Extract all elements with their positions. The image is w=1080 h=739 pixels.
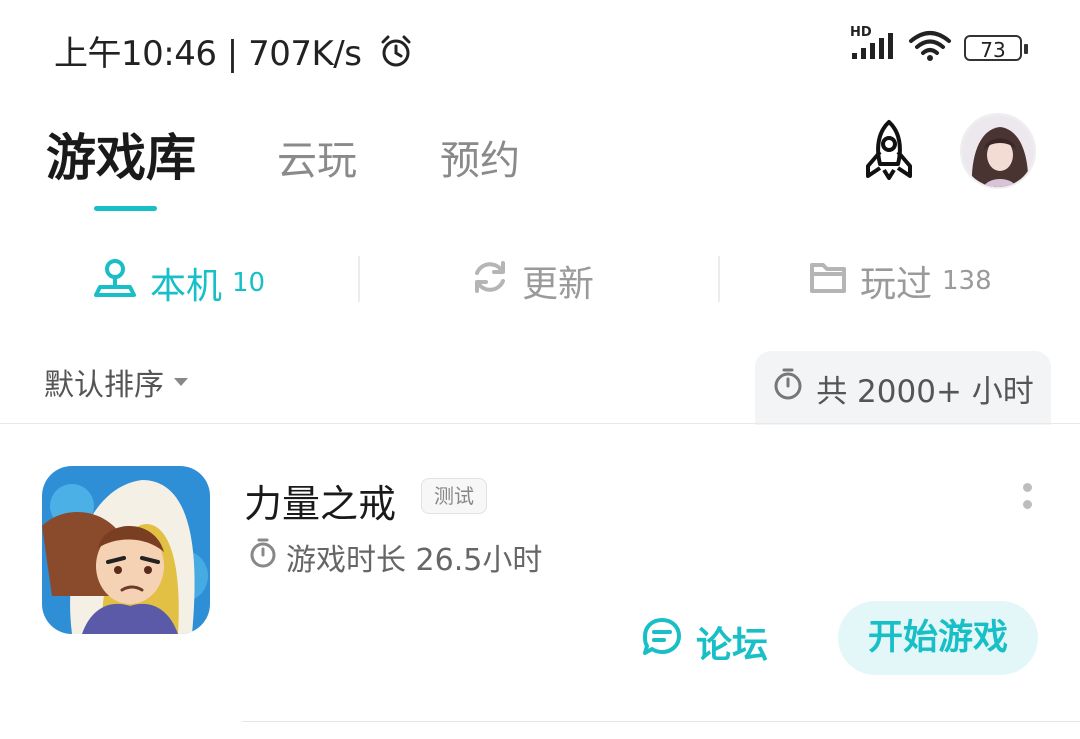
status-bar-right: HD 73: [850, 25, 1028, 66]
active-tab-indicator: [94, 206, 157, 211]
segment-divider: [718, 256, 720, 302]
start-game-button[interactable]: 开始游戏: [838, 601, 1038, 675]
game-playtime: 游戏时长 26.5小时: [248, 535, 542, 579]
segment-played-count: 138: [942, 266, 992, 296]
stopwatch-icon: [772, 367, 804, 409]
stopwatch-icon: [248, 537, 278, 577]
divider: [0, 423, 1080, 424]
segment-local[interactable]: 本机 10: [92, 255, 265, 310]
segment-update[interactable]: 更新: [470, 255, 594, 307]
game-playtime-text: 游戏时长 26.5小时: [286, 543, 543, 578]
location-pin-icon: [92, 255, 138, 310]
divider: [242, 721, 1080, 722]
folder-icon: [808, 257, 848, 306]
game-title[interactable]: 力量之戒: [244, 473, 396, 528]
beta-tag: 测试: [421, 478, 487, 514]
sort-dropdown[interactable]: 默认排序: [44, 360, 188, 404]
total-playtime-text: 共 2000+ 小时: [816, 373, 1034, 410]
tab-game-library[interactable]: 游戏库: [46, 118, 196, 190]
rocket-icon[interactable]: [856, 118, 922, 188]
network-speed: 707K/s: [248, 34, 362, 74]
status-bar-time: 上午10:46 | 707K/s: [54, 26, 414, 78]
signal-icon: HD: [850, 25, 896, 65]
segment-played-label: 玩过: [860, 264, 933, 305]
segment-update-label: 更新: [522, 264, 595, 305]
more-options-icon[interactable]: [1020, 483, 1034, 509]
segment-played[interactable]: 玩过 138: [808, 255, 992, 307]
tab-cloud-play[interactable]: 云玩: [277, 128, 357, 186]
tab-reservation[interactable]: 预约: [440, 128, 520, 186]
total-playtime-badge: 共 2000+ 小时: [755, 351, 1051, 425]
segment-divider: [358, 256, 360, 302]
forum-button[interactable]: 论坛: [640, 615, 768, 668]
wifi-icon: [908, 30, 952, 66]
game-icon-image[interactable]: [42, 466, 210, 634]
caret-down-icon: [174, 378, 188, 386]
forum-label: 论坛: [696, 624, 769, 666]
segment-local-label: 本机: [150, 265, 223, 307]
signal-hd-label: HD: [850, 25, 872, 40]
clock-text: 上午10:46: [54, 34, 217, 74]
user-avatar[interactable]: [960, 113, 1036, 189]
chat-bubble-icon: [640, 615, 684, 668]
segment-local-count: 10: [232, 267, 266, 298]
refresh-icon: [470, 257, 510, 306]
sort-label: 默认排序: [44, 368, 164, 403]
battery-indicator: 73: [964, 35, 1028, 62]
alarm-clock-icon: [378, 33, 414, 78]
